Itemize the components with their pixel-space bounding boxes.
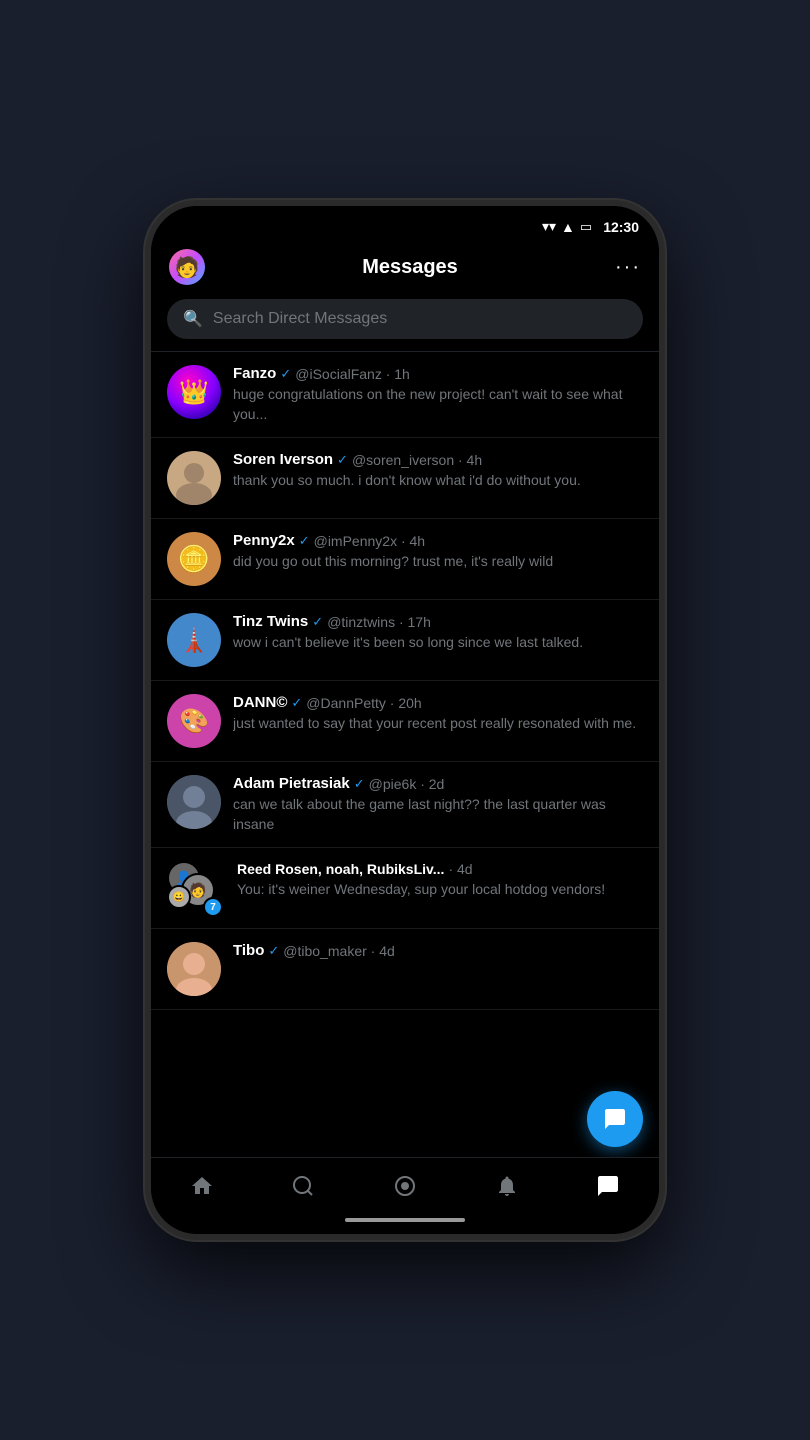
avatar: 🪙 — [167, 532, 221, 586]
avatar-wrap — [167, 451, 221, 505]
message-content: Reed Rosen, noah, RubiksLiv... · 4d You:… — [237, 861, 643, 900]
list-item[interactable]: 👤 🧑 😀 7 Reed Rosen, noah, RubiksLiv... ·… — [151, 848, 659, 929]
list-item[interactable]: 👑 Fanzo ✓ @iSocialFanz · 1h huge congrat… — [151, 352, 659, 438]
wifi-icon: ▾▾ — [542, 218, 556, 235]
avatar-wrap: 🎨 — [167, 694, 221, 748]
sender-name: Tinz Twins — [233, 613, 308, 630]
name-row: Fanzo ✓ @iSocialFanz · 1h — [233, 365, 643, 382]
avatar-wrap — [167, 942, 221, 996]
sender-name: Reed Rosen, noah, RubiksLiv... — [237, 861, 444, 877]
messages-list: 👑 Fanzo ✓ @iSocialFanz · 1h huge congrat… — [151, 352, 659, 1157]
name-row: Penny2x ✓ @imPenny2x · 4h — [233, 532, 643, 549]
verified-badge: ✓ — [337, 452, 348, 468]
sender-handle: @pie6k · 2d — [369, 776, 445, 792]
sender-name: Adam Pietrasiak — [233, 775, 350, 792]
message-preview: wow i can't believe it's been so long si… — [233, 633, 643, 653]
avatar-wrap: 🪙 — [167, 532, 221, 586]
sender-name: Soren Iverson — [233, 451, 333, 468]
verified-badge: ✓ — [280, 366, 291, 382]
name-row: Soren Iverson ✓ @soren_iverson · 4h — [233, 451, 643, 468]
verified-badge: ✓ — [291, 695, 302, 711]
group-count-badge: 7 — [203, 897, 223, 917]
sender-handle: @tinztwins · 17h — [327, 614, 431, 630]
verified-badge: ✓ — [354, 776, 365, 792]
nav-item-messages[interactable] — [584, 1168, 632, 1204]
sender-name: Tibo — [233, 942, 264, 959]
nav-item-search[interactable] — [279, 1168, 327, 1204]
status-icons: ▾▾ ▲ ▭ 12:30 — [542, 218, 639, 235]
message-preview: did you go out this morning? trust me, i… — [233, 552, 643, 572]
header: 🧑 Messages ··· — [151, 241, 659, 295]
message-preview: huge congratulations on the new project!… — [233, 385, 643, 424]
avatar: 🎨 — [167, 694, 221, 748]
name-row: DANN© ✓ @DannPetty · 20h — [233, 694, 643, 711]
status-time: 12:30 — [603, 219, 639, 235]
message-content: Penny2x ✓ @imPenny2x · 4h did you go out… — [233, 532, 643, 572]
more-options-button[interactable]: ··· — [615, 256, 641, 279]
nav-item-home[interactable] — [178, 1168, 226, 1204]
message-preview: thank you so much. i don't know what i'd… — [233, 471, 643, 491]
list-item[interactable]: Soren Iverson ✓ @soren_iverson · 4h than… — [151, 438, 659, 519]
verified-badge: ✓ — [268, 943, 279, 959]
message-preview: can we talk about the game last night?? … — [233, 795, 643, 834]
message-content: Tinz Twins ✓ @tinztwins · 17h wow i can'… — [233, 613, 643, 653]
phone-screen: ▾▾ ▲ ▭ 12:30 🧑 Messages ··· 🔍 Search Dir… — [151, 206, 659, 1234]
list-item[interactable]: Tibo ✓ @tibo_maker · 4d — [151, 929, 659, 1010]
sender-handle: @soren_iverson · 4h — [352, 452, 482, 468]
avatar — [167, 775, 221, 829]
avatar: 🗼 — [167, 613, 221, 667]
message-content: Tibo ✓ @tibo_maker · 4d — [233, 942, 643, 962]
home-indicator — [151, 1210, 659, 1234]
new-message-button[interactable] — [587, 1091, 643, 1147]
list-item[interactable]: 🗼 Tinz Twins ✓ @tinztwins · 17h wow i ca… — [151, 600, 659, 681]
search-icon: 🔍 — [183, 309, 203, 329]
avatar-wrap: 👑 — [167, 365, 221, 419]
message-preview: just wanted to say that your recent post… — [233, 714, 643, 734]
avatar-wrap: 🗼 — [167, 613, 221, 667]
verified-badge: ✓ — [299, 533, 310, 549]
message-content: Soren Iverson ✓ @soren_iverson · 4h than… — [233, 451, 643, 491]
sender-name: Fanzo — [233, 365, 276, 382]
phone-frame: ▾▾ ▲ ▭ 12:30 🧑 Messages ··· 🔍 Search Dir… — [145, 200, 665, 1240]
nav-item-spaces[interactable] — [381, 1168, 429, 1204]
message-content: Fanzo ✓ @iSocialFanz · 1h huge congratul… — [233, 365, 643, 424]
list-item[interactable]: 🎨 DANN© ✓ @DannPetty · 20h just wanted t… — [151, 681, 659, 762]
name-row: Tibo ✓ @tibo_maker · 4d — [233, 942, 643, 959]
message-content: DANN© ✓ @DannPetty · 20h just wanted to … — [233, 694, 643, 734]
user-avatar[interactable]: 🧑 — [169, 249, 205, 285]
sender-name: DANN© — [233, 694, 287, 711]
name-row: Adam Pietrasiak ✓ @pie6k · 2d — [233, 775, 643, 792]
home-bar — [345, 1218, 465, 1222]
bottom-nav — [151, 1157, 659, 1210]
avatar: 👑 — [167, 365, 221, 419]
name-row: Reed Rosen, noah, RubiksLiv... · 4d — [237, 861, 643, 877]
sender-handle: @DannPetty · 20h — [306, 695, 421, 711]
signal-icon: ▲ — [561, 219, 575, 235]
avatar-wrap — [167, 775, 221, 829]
name-row: Tinz Twins ✓ @tinztwins · 17h — [233, 613, 643, 630]
search-bar[interactable]: 🔍 Search Direct Messages — [167, 299, 643, 339]
status-bar: ▾▾ ▲ ▭ 12:30 — [151, 206, 659, 241]
nav-item-notifications[interactable] — [483, 1168, 531, 1204]
message-content: Adam Pietrasiak ✓ @pie6k · 2d can we tal… — [233, 775, 643, 834]
message-preview: You: it's weiner Wednesday, sup your loc… — [237, 880, 643, 900]
battery-icon: ▭ — [580, 219, 592, 235]
group-avatar: 👤 🧑 😀 7 — [167, 861, 221, 915]
list-item[interactable]: 🪙 Penny2x ✓ @imPenny2x · 4h did you go o… — [151, 519, 659, 600]
avatar — [167, 942, 221, 996]
list-item[interactable]: Adam Pietrasiak ✓ @pie6k · 2d can we tal… — [151, 762, 659, 848]
page-title: Messages — [362, 256, 458, 279]
avatar — [167, 451, 221, 505]
sender-handle: @imPenny2x · 4h — [314, 533, 425, 549]
sender-handle: @iSocialFanz · 1h — [295, 366, 410, 382]
msg-time: · 4d — [448, 861, 472, 877]
sender-handle: @tibo_maker · 4d — [283, 943, 394, 959]
verified-badge: ✓ — [312, 614, 323, 630]
search-input[interactable]: Search Direct Messages — [213, 310, 387, 328]
sender-name: Penny2x — [233, 532, 295, 549]
